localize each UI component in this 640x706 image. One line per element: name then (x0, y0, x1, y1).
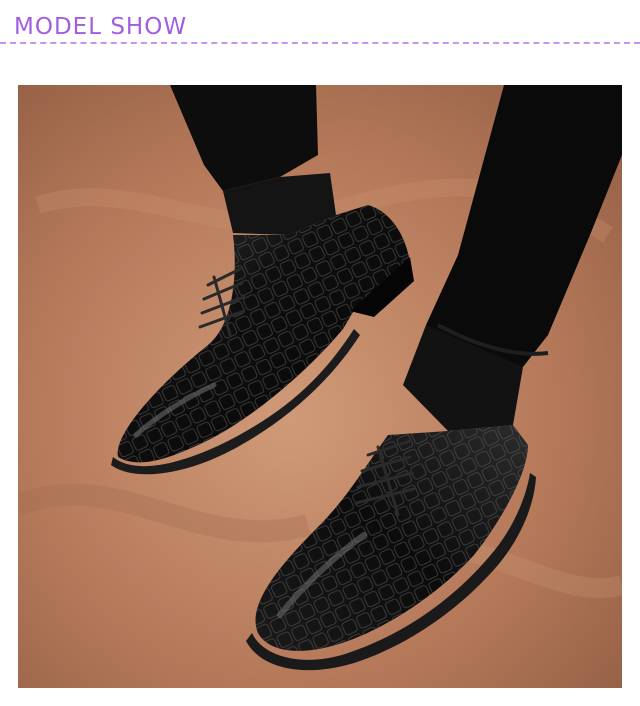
dashed-divider (0, 42, 640, 44)
shoe-illustration (18, 85, 622, 688)
section-header: MODEL SHOW (0, 0, 640, 48)
section-title: MODEL SHOW (14, 14, 188, 40)
product-model-photo (18, 85, 622, 688)
